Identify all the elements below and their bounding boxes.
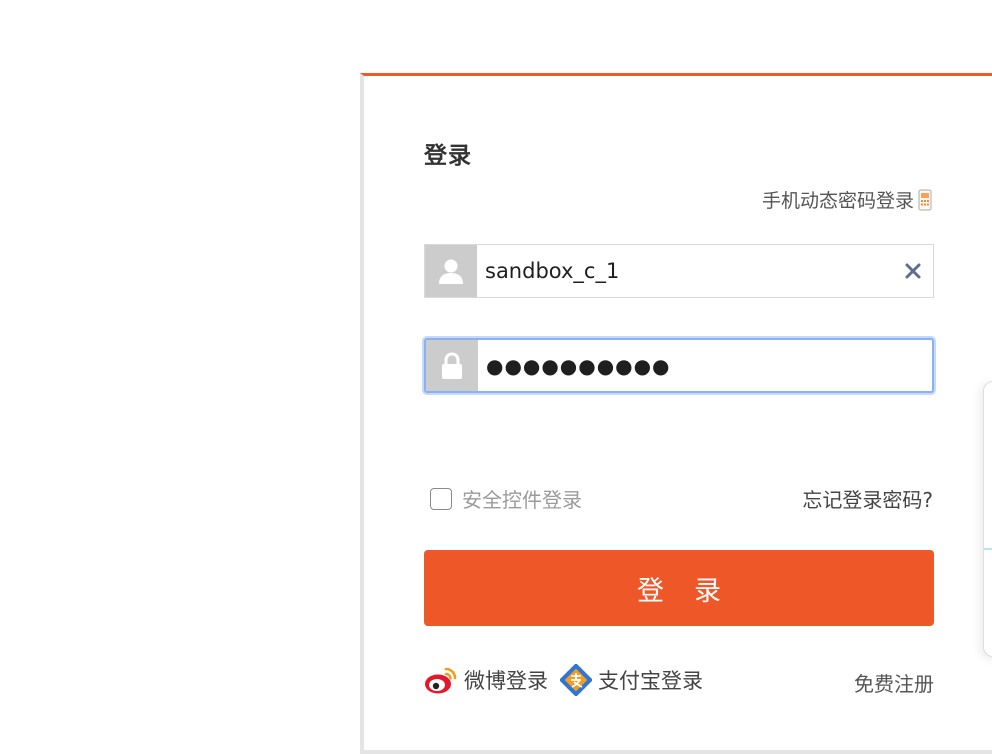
secure-control-label: 安全控件登录	[462, 488, 582, 512]
username-field[interactable]: sandbox_c_1	[424, 244, 934, 298]
username-input[interactable]: sandbox_c_1	[477, 259, 893, 283]
login-submit-button[interactable]: 登录	[424, 550, 934, 626]
weibo-login-label: 微博登录	[464, 669, 548, 693]
password-input[interactable]: ●●●●●●●●●●	[478, 354, 932, 378]
alipay-login-link[interactable]: 支付宝登录	[560, 664, 703, 696]
phone-login-label: 手机动态密码登录	[761, 190, 914, 212]
alipay-icon	[560, 664, 592, 696]
forgot-password-link[interactable]: 忘记登录密码?	[802, 484, 933, 513]
mobile-phone-icon	[918, 188, 932, 211]
secure-control-checkbox[interactable]	[430, 487, 452, 510]
weibo-icon	[425, 667, 457, 694]
social-login-bar: 微博登录 支付宝登录	[424, 664, 703, 696]
lock-icon	[442, 351, 462, 379]
close-icon	[905, 263, 921, 279]
phone-login-link[interactable]: 手机动态密码登录	[762, 186, 932, 213]
weibo-login-link[interactable]: 微博登录	[424, 665, 548, 695]
secure-control-option[interactable]: 安全控件登录	[430, 484, 582, 513]
username-icon-box	[425, 245, 477, 297]
alipay-login-label: 支付宝登录	[598, 669, 703, 693]
login-card	[360, 73, 992, 754]
clear-username-button[interactable]	[893, 245, 933, 297]
password-field[interactable]: ●●●●●●●●●●	[424, 338, 934, 393]
side-popup-panel	[983, 381, 992, 657]
user-icon	[439, 259, 463, 284]
login-page: 登录 手机动态密码登录 sandbox_c_1 ●●●●●●●●●● 安全控件登…	[0, 0, 992, 754]
register-link[interactable]: 免费注册	[854, 668, 934, 697]
login-title: 登录	[424, 143, 472, 169]
side-popup-divider	[984, 548, 992, 550]
password-icon-box	[426, 340, 478, 391]
